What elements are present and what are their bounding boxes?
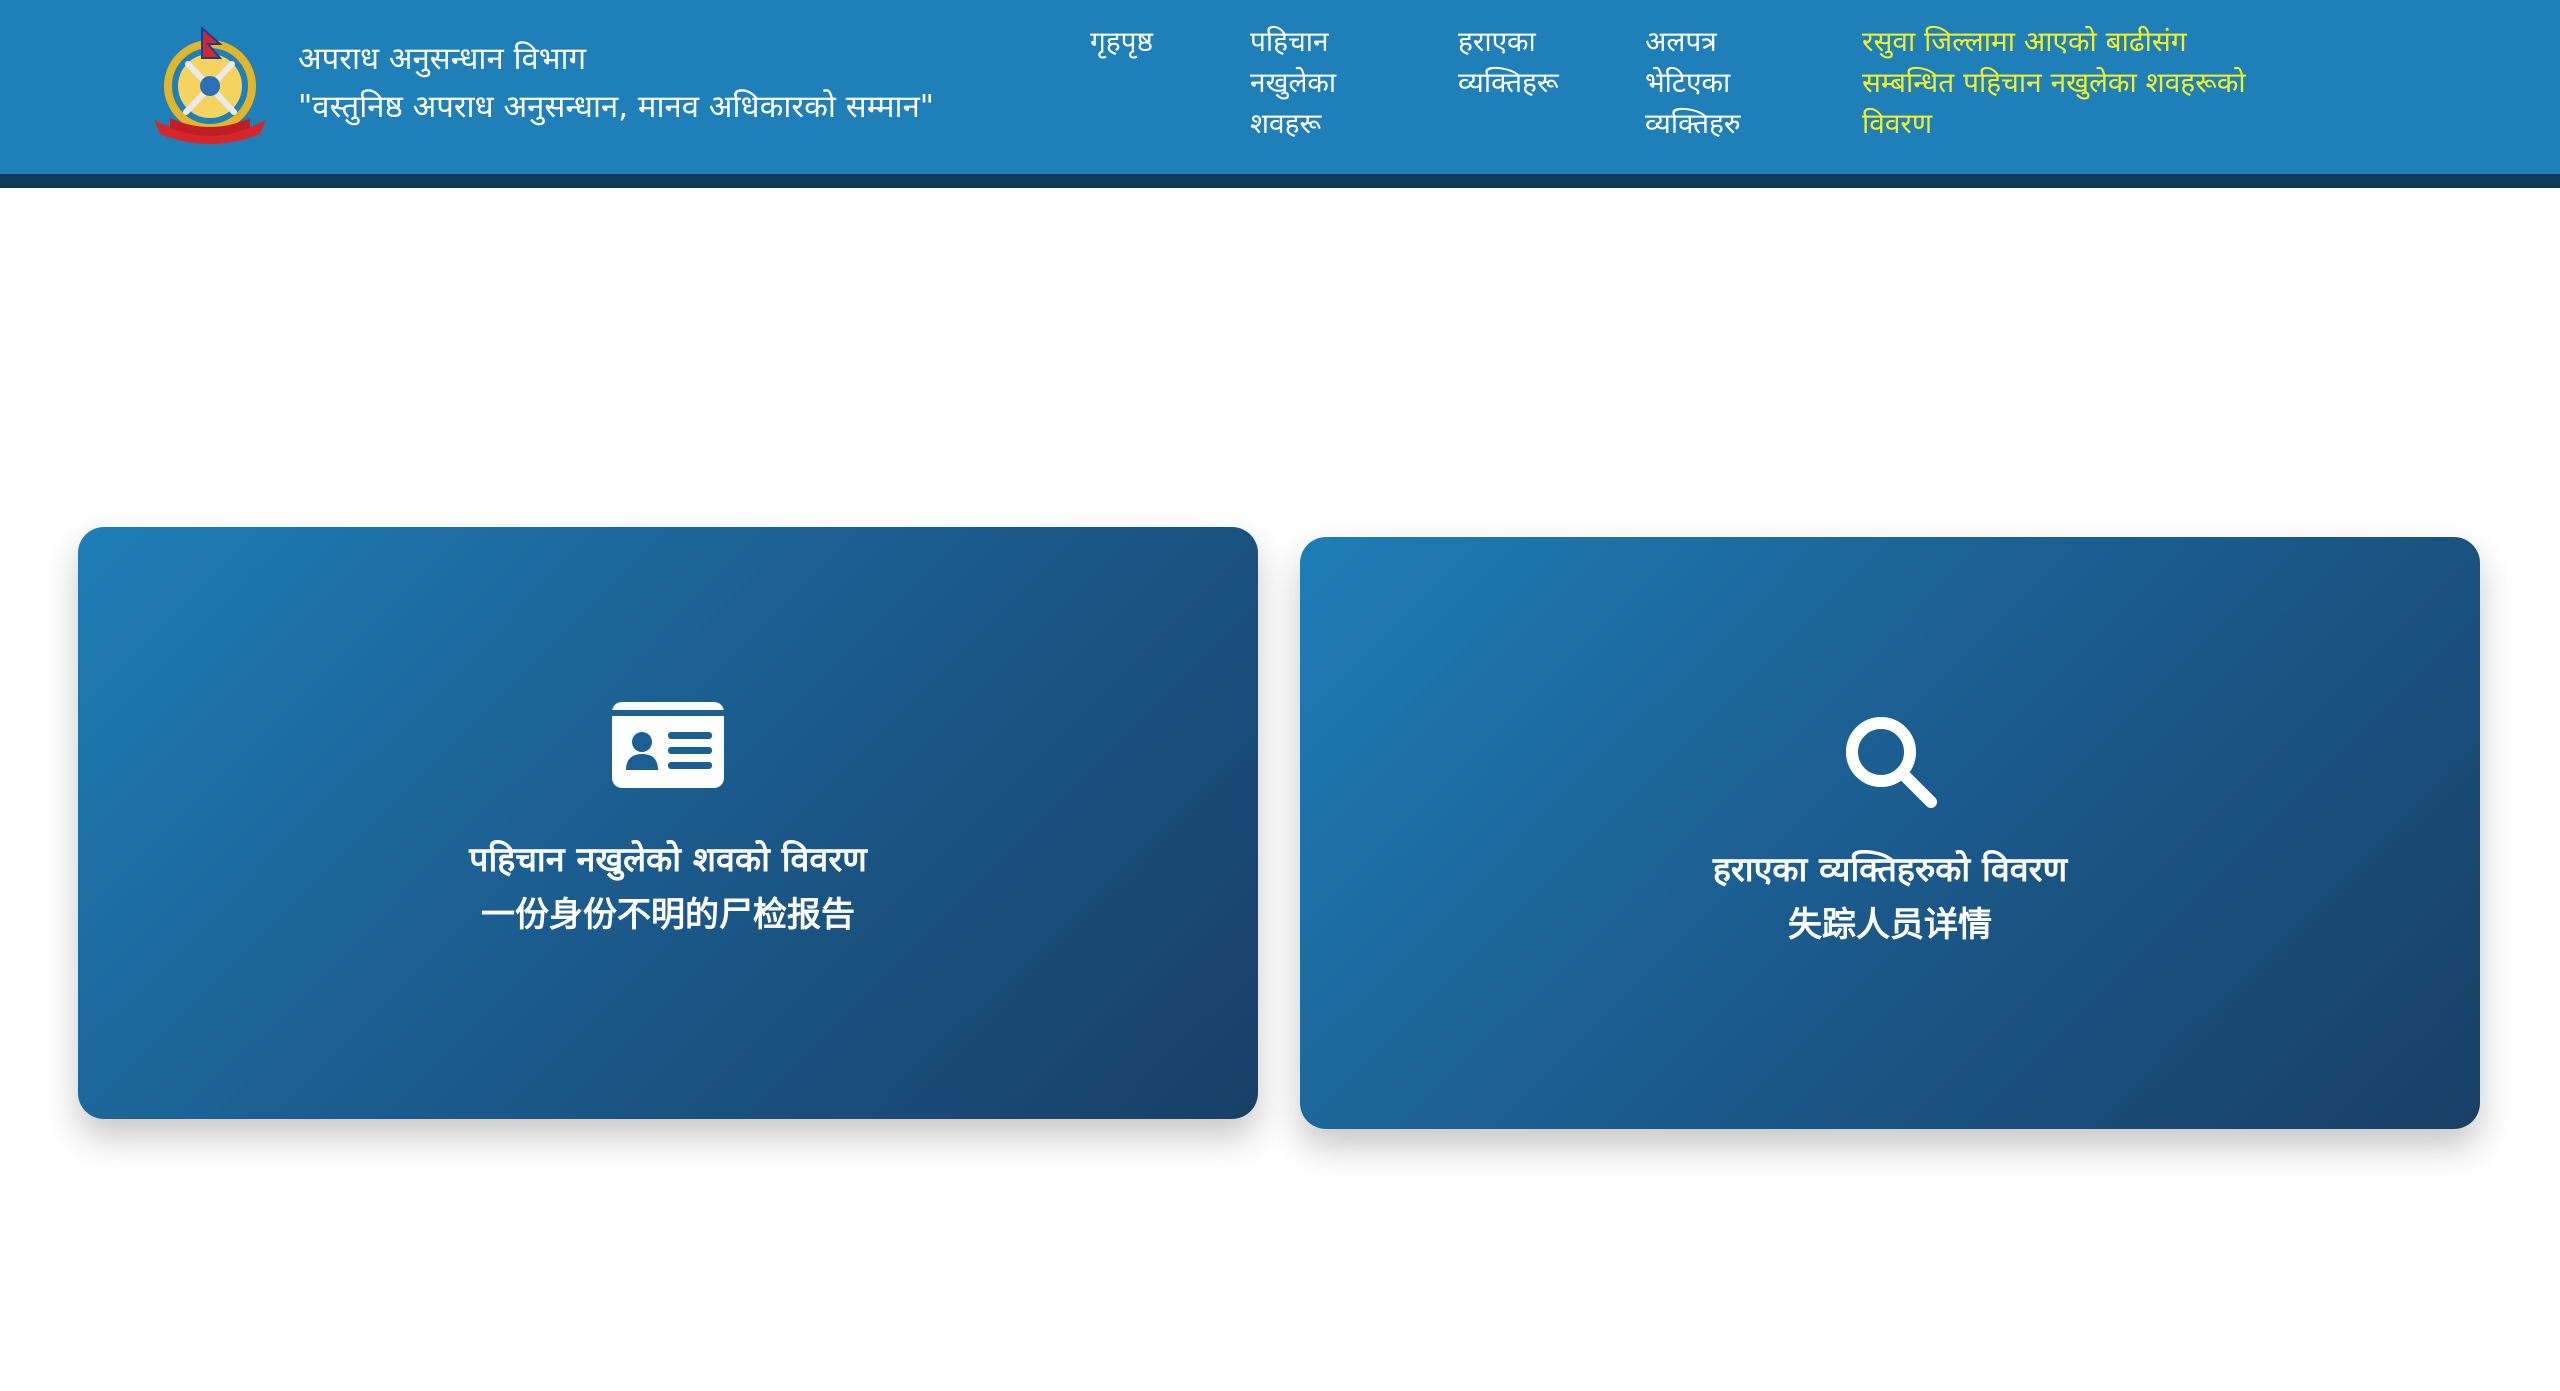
card-subtitle: 一份身份不明的尸检报告 bbox=[481, 895, 855, 935]
card-subtitle: 失踪人员详情 bbox=[1788, 905, 1992, 945]
nav-label-line: भेटिएका bbox=[1645, 66, 1731, 99]
header-divider bbox=[0, 174, 2560, 188]
nav-label-line: नखुलेका bbox=[1250, 66, 1337, 99]
brand: अपराध अनुसन्धान विभाग "वस्तुनिष्ठ अपराध … bbox=[298, 36, 934, 132]
card-title: हराएका व्यक्तिहरुको विवरण bbox=[1712, 850, 2068, 890]
nav-label-line: सम्बन्धित पहिचान नखुलेका शवहरूको bbox=[1862, 66, 2246, 99]
nav-label-line: व्यक्तिहरु bbox=[1645, 107, 1741, 140]
nav-found-persons[interactable]: अलपत्र भेटिएका व्यक्तिहरु bbox=[1645, 21, 1741, 144]
nav-label-line: व्यक्तिहरू bbox=[1458, 66, 1559, 99]
nav-label-line: शवहरू bbox=[1250, 107, 1322, 140]
nepal-police-emblem-icon[interactable] bbox=[146, 24, 274, 146]
card-missing-persons[interactable]: हराएका व्यक्तिहरुको विवरण 失踪人员详情 bbox=[1300, 537, 2480, 1129]
site-slogan: "वस्तुनिष्ठ अपराध अनुसन्धान, मानव अधिकार… bbox=[298, 89, 935, 125]
card-title: पहिचान नखुलेको शवको विवरण bbox=[469, 840, 867, 880]
site-title: अपराध अनुसन्धान विभाग bbox=[298, 41, 587, 77]
nav-label-line: पहिचान bbox=[1250, 25, 1329, 58]
nav-home[interactable]: गृहपृष्ठ bbox=[1090, 21, 1153, 62]
nav-label-line: विवरण bbox=[1862, 107, 1933, 140]
id-card-icon bbox=[612, 702, 724, 788]
search-icon bbox=[1843, 714, 1937, 808]
site-header: अपराध अनुसन्धान विभाग "वस्तुनिष्ठ अपराध … bbox=[0, 0, 2560, 174]
nav-unidentified-bodies[interactable]: पहिचान नखुलेका शवहरू bbox=[1250, 21, 1336, 144]
card-unidentified-bodies[interactable]: पहिचान नखुलेको शवको विवरण 一份身份不明的尸检报告 bbox=[78, 527, 1258, 1119]
nav-label-line: रसुवा जिल्लामा आएको बाढीसंग bbox=[1862, 25, 2187, 58]
nav-home-label: गृहपृष्ठ bbox=[1090, 25, 1154, 58]
nav-rasuwa-flood-bodies[interactable]: रसुवा जिल्लामा आएको बाढीसंग सम्बन्धित पह… bbox=[1862, 21, 2246, 144]
nav-label-line: हराएका bbox=[1458, 25, 1536, 58]
nav-missing-persons[interactable]: हराएका व्यक्तिहरू bbox=[1458, 21, 1559, 103]
nav-label-line: अलपत्र bbox=[1645, 25, 1717, 58]
